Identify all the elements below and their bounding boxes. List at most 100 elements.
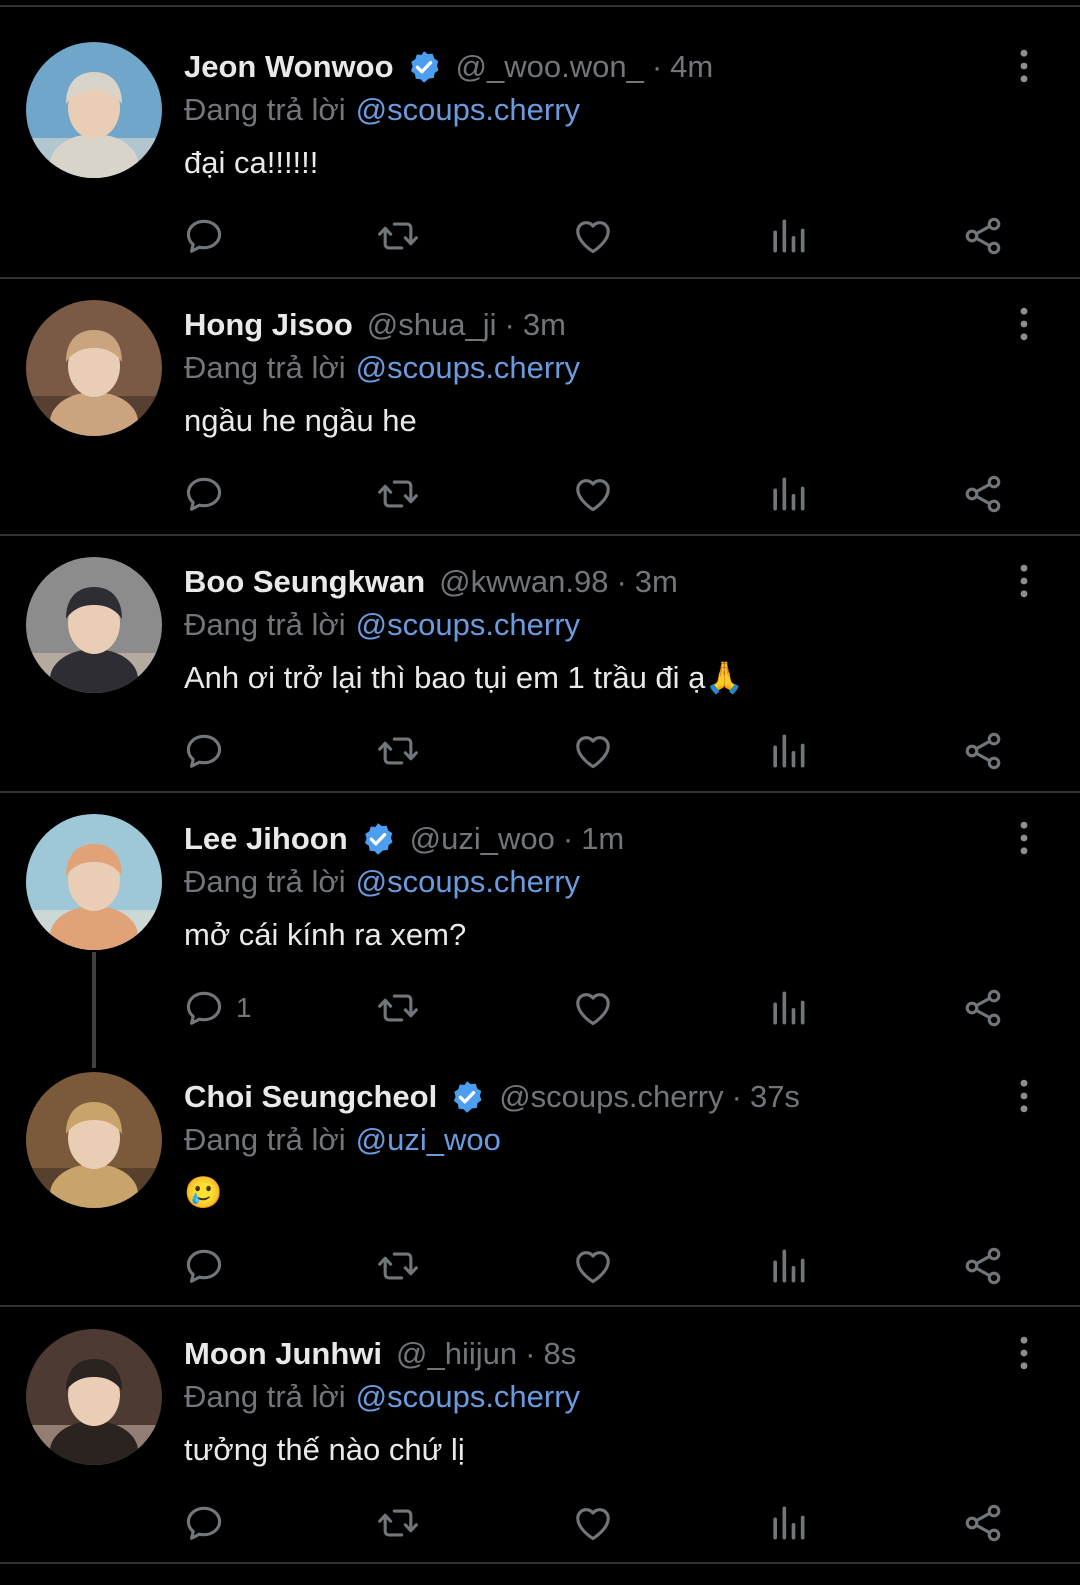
separator: · (562, 821, 574, 856)
replying-to: Đang trả lời @scoups.cherry (184, 346, 580, 390)
retweet-button[interactable] (376, 727, 420, 775)
like-button[interactable] (571, 1242, 615, 1290)
tweet-text: 🥲 (184, 1175, 223, 1210)
username[interactable]: @uzi_woo (410, 821, 555, 857)
views-button[interactable] (766, 1499, 810, 1547)
tweet-text: Anh ơi trở lại thì bao tụi em 1 trầu đi … (184, 660, 745, 695)
display-name[interactable]: Choi Seungcheol (184, 1079, 437, 1115)
share-button[interactable] (961, 1242, 1005, 1290)
replying-to-link[interactable]: @scoups.cherry (356, 607, 580, 642)
retweet-icon (376, 472, 420, 516)
replying-to-link[interactable]: @scoups.cherry (356, 1379, 580, 1414)
like-button[interactable] (571, 1499, 615, 1547)
avatar[interactable] (26, 814, 162, 950)
display-name[interactable]: Boo Seungkwan (184, 564, 425, 600)
share-button[interactable] (961, 212, 1005, 260)
display-name[interactable]: Jeon Wonwoo (184, 49, 394, 85)
bar-chart-icon (766, 986, 810, 1030)
like-button[interactable] (571, 212, 615, 260)
separator: · (651, 49, 663, 84)
tweet-text: tưởng thế nào chứ lị (184, 1432, 465, 1467)
more-options-button[interactable] (1006, 1333, 1042, 1373)
tweet[interactable]: Moon Junhwi @_hiijun · 8s Đang trả lời @scoup… (0, 1327, 1080, 1567)
thread-connector (92, 952, 96, 1068)
views-button[interactable] (766, 984, 810, 1032)
share-button[interactable] (961, 727, 1005, 775)
like-button[interactable] (571, 727, 615, 775)
retweet-icon (376, 214, 420, 258)
views-button[interactable] (766, 1242, 810, 1290)
more-options-button[interactable] (1006, 1076, 1042, 1116)
more-options-button[interactable] (1006, 561, 1042, 601)
tweet-text: mở cái kính ra xem? (184, 917, 467, 952)
tweet-text: ngầu he ngầu he (184, 403, 417, 438)
heart-icon (571, 472, 615, 516)
tweet[interactable]: Lee Jihoon @uzi_woo · 1m Đang trả lời @scoups… (0, 812, 1080, 1052)
tweet[interactable]: Choi Seungcheol @scoups.cherry · 37s Đang tr… (0, 1070, 1080, 1310)
more-options-button[interactable] (1006, 818, 1042, 858)
replying-to-label: Đang trả lời (184, 1122, 346, 1157)
retweet-icon (376, 729, 420, 773)
username[interactable]: @scoups.cherry (499, 1079, 723, 1115)
replying-to-link[interactable]: @uzi_woo (356, 1122, 501, 1157)
reply-icon (182, 729, 226, 773)
retweet-button[interactable] (376, 1499, 420, 1547)
replying-to-link[interactable]: @scoups.cherry (356, 92, 580, 127)
timestamp[interactable]: 3m (523, 307, 566, 343)
reply-button[interactable] (182, 727, 226, 775)
replying-to-link[interactable]: @scoups.cherry (356, 350, 580, 385)
more-options-button[interactable] (1006, 304, 1042, 344)
tweet-divider (0, 277, 1080, 279)
timestamp[interactable]: 1m (581, 821, 624, 857)
retweet-button[interactable] (376, 470, 420, 518)
share-button[interactable] (961, 1499, 1005, 1547)
reply-button[interactable] (182, 212, 226, 260)
reply-button[interactable] (182, 1499, 226, 1547)
like-button[interactable] (571, 470, 615, 518)
timestamp[interactable]: 4m (670, 49, 713, 85)
avatar[interactable] (26, 1329, 162, 1465)
retweet-button[interactable] (376, 212, 420, 260)
username[interactable]: @_woo.won_ (456, 49, 644, 85)
bar-chart-icon (766, 472, 810, 516)
replying-to-link[interactable]: @scoups.cherry (356, 864, 580, 899)
like-button[interactable] (571, 984, 615, 1032)
replying-to-label: Đang trả lời (184, 1379, 346, 1414)
replying-to: Đang trả lời @scoups.cherry (184, 1375, 580, 1419)
username[interactable]: @shua_ji (367, 307, 497, 343)
username[interactable]: @_hiijun (396, 1336, 517, 1372)
views-button[interactable] (766, 727, 810, 775)
timestamp[interactable]: 37s (750, 1079, 800, 1115)
avatar[interactable] (26, 42, 162, 178)
avatar[interactable] (26, 557, 162, 693)
display-name[interactable]: Lee Jihoon (184, 821, 348, 857)
reply-button[interactable]: 1 (182, 984, 252, 1032)
tweet[interactable]: Hong Jisoo @shua_ji · 3m Đang trả lời @scoups… (0, 298, 1080, 538)
share-icon (961, 1244, 1005, 1288)
heart-icon (571, 729, 615, 773)
avatar[interactable] (26, 1072, 162, 1208)
retweet-button[interactable] (376, 1242, 420, 1290)
views-button[interactable] (766, 470, 810, 518)
more-options-button[interactable] (1006, 46, 1042, 86)
display-name[interactable]: Hong Jisoo (184, 307, 353, 343)
display-name[interactable]: Moon Junhwi (184, 1336, 382, 1372)
share-button[interactable] (961, 470, 1005, 518)
tweet[interactable]: Boo Seungkwan @kwwan.98 · 3m Đang trả lời @sc… (0, 555, 1080, 795)
timestamp[interactable]: 8s (543, 1336, 576, 1372)
separator: · (525, 1336, 536, 1371)
reply-button[interactable] (182, 470, 226, 518)
retweet-button[interactable] (376, 984, 420, 1032)
username[interactable]: @kwwan.98 (439, 564, 608, 600)
tweet-header: Choi Seungcheol @scoups.cherry · 37s (184, 1074, 800, 1120)
avatar[interactable] (26, 300, 162, 436)
reply-button[interactable] (182, 1242, 226, 1290)
tweet[interactable]: Jeon Wonwoo @_woo.won_ · 4m Đang trả lời @sco… (0, 40, 1080, 280)
verified-badge-icon (406, 49, 442, 85)
views-button[interactable] (766, 212, 810, 260)
action-bar: 1 (0, 984, 1080, 1032)
tweet-header: Lee Jihoon @uzi_woo · 1m (184, 816, 624, 862)
timestamp[interactable]: 3m (635, 564, 678, 600)
share-button[interactable] (961, 984, 1005, 1032)
replying-to: Đang trả lời @scoups.cherry (184, 603, 580, 647)
